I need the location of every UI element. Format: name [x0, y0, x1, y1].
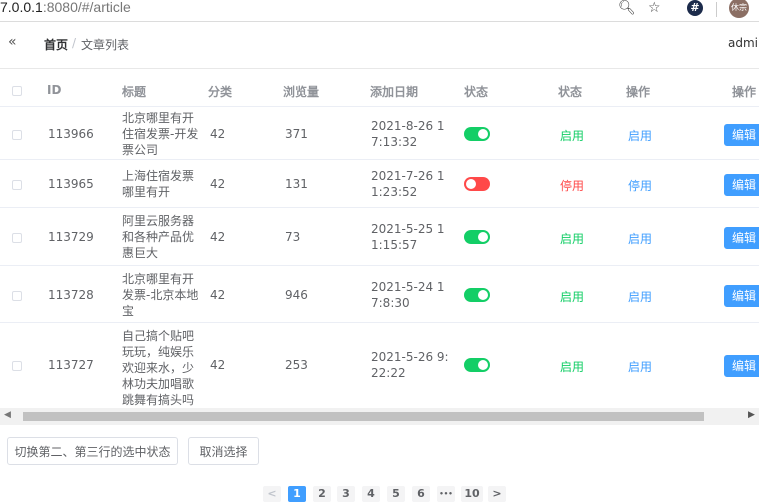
user-menu[interactable]: admin [728, 36, 759, 50]
switch-knob [478, 232, 488, 242]
cell-date: 2021-7-26 11:23:52 [371, 169, 445, 199]
scroll-right-icon[interactable]: ▶ [748, 410, 755, 420]
cell-action-link[interactable]: 启用 [628, 288, 652, 305]
cell-status: 停用 [560, 179, 585, 193]
edit-button[interactable]: 编辑 [724, 124, 759, 146]
cell-action-link[interactable]: 启用 [628, 358, 652, 375]
cell-views: 371 [285, 127, 308, 141]
horizontal-scrollbar[interactable]: ◀ ▶ [0, 408, 759, 425]
table-row: 113728 北京哪里有开发票-北京本地宝 42 946 2021-5-24 1… [0, 266, 759, 323]
row-checkbox[interactable] [12, 233, 22, 243]
cell-title: 北京哪里有开住宿发票-开发票公司 [122, 111, 199, 157]
row-checkbox[interactable] [12, 180, 22, 190]
cell-date: 2021-5-26 9:22:22 [371, 350, 449, 380]
edit-button[interactable]: 编辑 [724, 227, 759, 249]
cell-views: 253 [285, 358, 308, 372]
edit-button[interactable]: 编辑 [724, 174, 759, 196]
cell-views: 131 [285, 177, 308, 191]
collapse-sidebar-icon[interactable]: « [8, 34, 17, 50]
browser-toolbar: 7.0.0.1:8080/#/article 🔍︎ ☆ # 休宗 [0, 0, 759, 22]
cell-category: 42 [210, 127, 226, 141]
switch-knob [466, 179, 476, 189]
status-switch[interactable] [464, 127, 490, 141]
column-category: 分类 [208, 85, 233, 99]
row-checkbox[interactable] [12, 130, 22, 140]
cell-title: 阿里云服务器和各种产品优惠巨大 [122, 214, 195, 260]
cell-id: 113727 [48, 358, 94, 372]
column-views: 浏览量 [283, 85, 320, 99]
cell-status: 启用 [560, 360, 585, 374]
column-title: 标题 [122, 85, 147, 99]
breadcrumb-home[interactable]: 首页 [44, 36, 68, 53]
extension-icon[interactable]: # [687, 0, 703, 16]
table-header: ID 标题 分类 浏览量 添加日期 状态 状态 操作 操作 [0, 74, 759, 107]
cell-action-link[interactable]: 启用 [628, 127, 652, 144]
table-row: 113965 上海住宿发票哪里有开 42 131 2021-7-26 11:23… [0, 160, 759, 208]
profile-avatar[interactable]: 休宗 [729, 0, 749, 18]
column-date: 添加日期 [370, 85, 419, 99]
cell-date: 2021-8-26 17:13:32 [371, 119, 445, 149]
status-switch[interactable] [464, 358, 490, 372]
url-host: 7.0.0.1 [0, 0, 43, 15]
app-header: « 首页 / 文章列表 admin [0, 22, 759, 69]
switch-knob [478, 360, 488, 370]
cell-views: 73 [285, 230, 301, 244]
status-switch[interactable] [464, 230, 490, 244]
breadcrumb-current: 文章列表 [81, 38, 130, 52]
cell-category: 42 [210, 230, 226, 244]
status-switch[interactable] [464, 177, 490, 191]
row-checkbox[interactable] [12, 361, 22, 371]
cell-status: 启用 [560, 232, 585, 246]
switch-knob [478, 129, 488, 139]
clear-selection-button[interactable]: 取消选择 [188, 437, 259, 465]
cell-title: 北京哪里有开发票-北京本地宝 [122, 272, 199, 318]
url-path: :8080/#/article [42, 0, 131, 15]
cell-category: 42 [210, 358, 226, 372]
column-id: ID [47, 83, 62, 97]
cell-title: 上海住宿发票哪里有开 [122, 169, 195, 199]
toggle-selection-button[interactable]: 切换第二、第三行的选中状态 [7, 437, 178, 465]
cell-action-link[interactable]: 停用 [628, 177, 652, 194]
column-operation: 操作 [732, 85, 757, 99]
scrollbar-thumb[interactable] [23, 412, 704, 421]
column-action: 操作 [626, 85, 651, 99]
switch-knob [478, 290, 488, 300]
edit-button[interactable]: 编辑 [724, 355, 759, 377]
table-row: 113966 北京哪里有开住宿发票-开发票公司 42 371 2021-8-26… [0, 107, 759, 160]
toolbar-divider [716, 2, 717, 17]
cell-date: 2021-5-24 17:8:30 [371, 280, 445, 310]
status-switch[interactable] [464, 288, 490, 302]
cell-action-link[interactable]: 启用 [628, 230, 652, 247]
cell-id: 113965 [48, 177, 94, 191]
row-checkbox[interactable] [12, 291, 22, 301]
cell-id: 113729 [48, 230, 94, 244]
column-status-switch: 状态 [464, 85, 489, 99]
bookmark-star-icon[interactable]: ☆ [648, 0, 661, 16]
cell-id: 113966 [48, 127, 94, 141]
cell-category: 42 [210, 288, 226, 302]
table-row: 113729 阿里云服务器和各种产品优惠巨大 42 73 2021-5-25 1… [0, 208, 759, 266]
scroll-left-icon[interactable]: ◀ [4, 410, 11, 420]
cell-status: 启用 [560, 129, 585, 143]
pagination: < 1 2 3 4 5 6 ••• 10 > [0, 484, 759, 502]
cell-title: 自己搞个贴吧玩玩，纯娱乐欢迎来水，少林功夫加唱歌跳舞有搞头吗 [122, 329, 195, 407]
address-bar[interactable]: 7.0.0.1:8080/#/article [0, 0, 131, 15]
zoom-icon[interactable]: 🔍︎ [618, 0, 636, 16]
cell-views: 946 [285, 288, 308, 302]
cell-id: 113728 [48, 288, 94, 302]
column-status: 状态 [558, 85, 583, 99]
cell-status: 启用 [560, 290, 585, 304]
edit-button[interactable]: 编辑 [724, 285, 759, 307]
cell-date: 2021-5-25 11:15:57 [371, 222, 445, 252]
select-all-checkbox[interactable] [12, 86, 22, 96]
breadcrumb-separator: / [72, 36, 77, 50]
cell-category: 42 [210, 177, 226, 191]
table-row: 113727 自己搞个贴吧玩玩，纯娱乐欢迎来水，少林功夫加唱歌跳舞有搞头吗 42… [0, 323, 759, 407]
